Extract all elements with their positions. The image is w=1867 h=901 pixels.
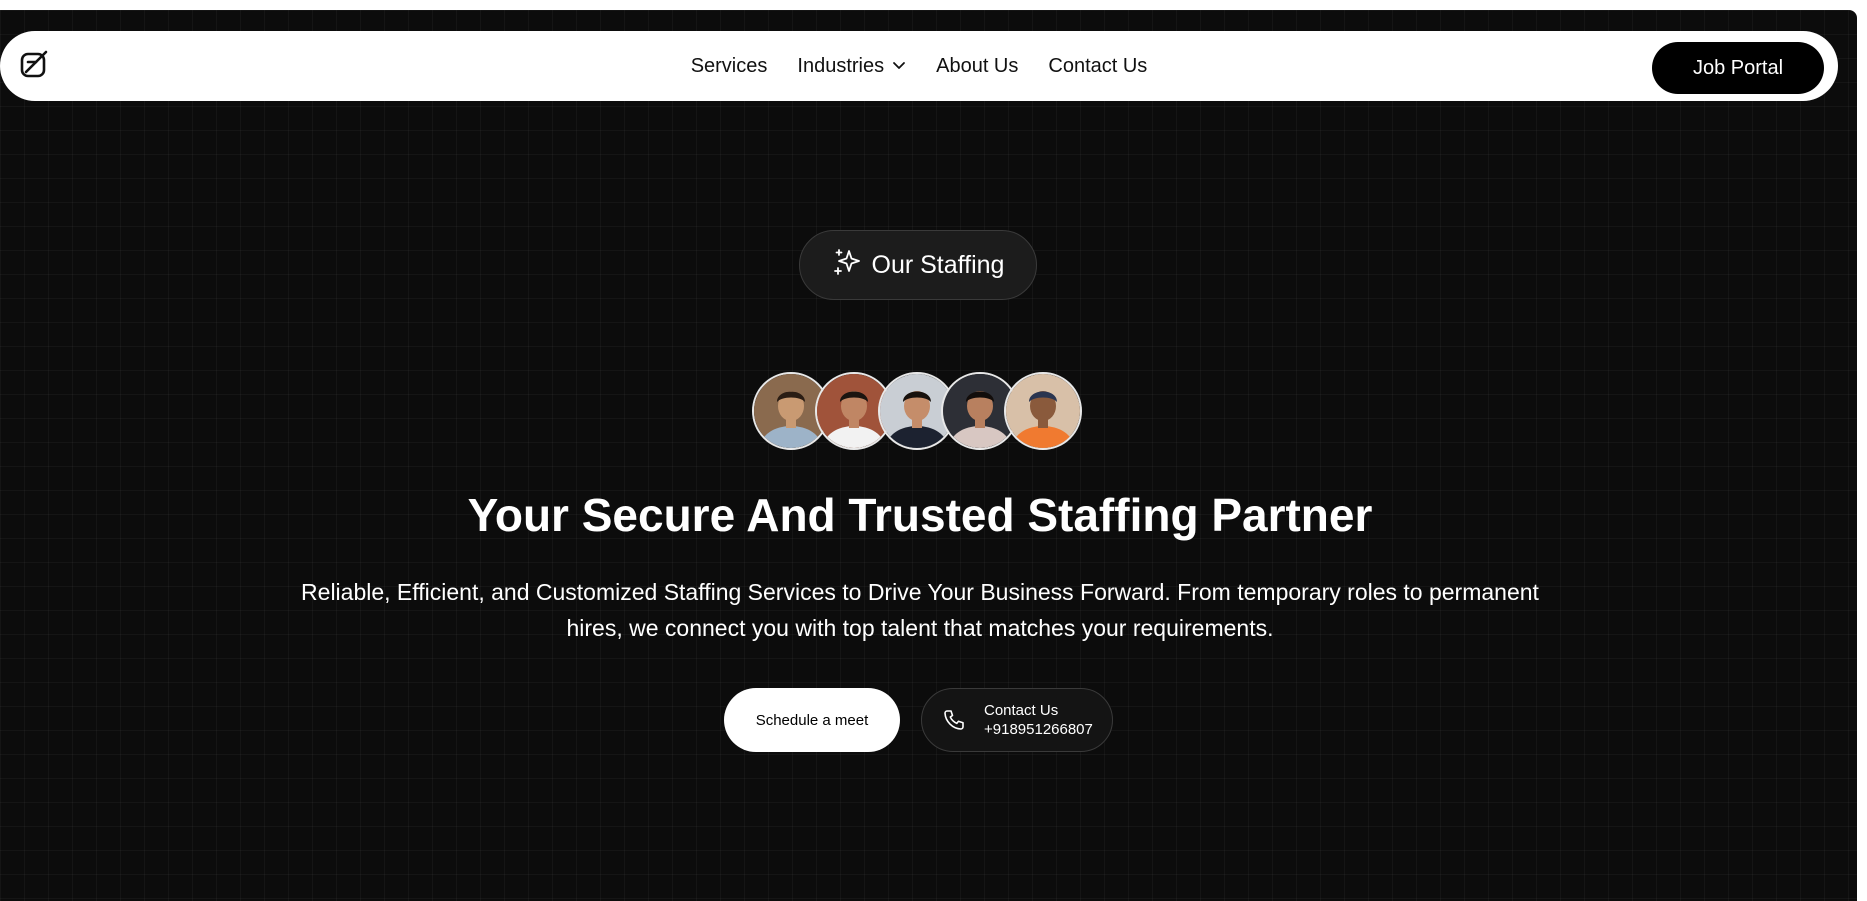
nav-industries-dropdown[interactable]: Industries [797,55,906,78]
nav-about-label: About Us [936,54,1019,77]
page-frame: Services Industries About Us Contact Us … [0,10,1857,901]
contact-button-label: Contact Us [984,702,1059,719]
schedule-meet-button[interactable]: Schedule a meet [724,688,900,752]
top-navbar: Services Industries About Us Contact Us … [0,31,1838,101]
nav-about-link[interactable]: About Us [936,55,1018,78]
contact-phone-number: +918951266807 [984,721,1093,738]
team-avatars [752,372,1092,452]
hero-title: Your Secure And Trusted Staffing Partner [467,489,1373,541]
hero-description: Reliable, Efficient, and Customized Staf… [301,579,1539,641]
contact-button-text: Contact Us +918951266807 [984,701,1093,739]
nav-services-label: Services [690,54,768,77]
phone-icon [942,708,966,732]
nav-contact-link[interactable]: Contact Us [1048,55,1147,78]
nav-services-link[interactable]: Services [691,55,768,78]
sparkles-icon [832,247,862,284]
badge-label: Our Staffing [871,250,1005,279]
avatar-5 [1004,372,1082,450]
our-staffing-badge: Our Staffing [799,230,1037,300]
nav-links: Services Industries About Us Contact Us [0,31,1838,101]
nav-contact-label: Contact Us [1048,54,1148,77]
job-portal-button[interactable]: Job Portal [1652,42,1824,94]
contact-phone-button[interactable]: Contact Us +918951266807 [921,688,1113,752]
chevron-down-icon [892,55,906,78]
nav-industries-label: Industries [797,54,885,77]
